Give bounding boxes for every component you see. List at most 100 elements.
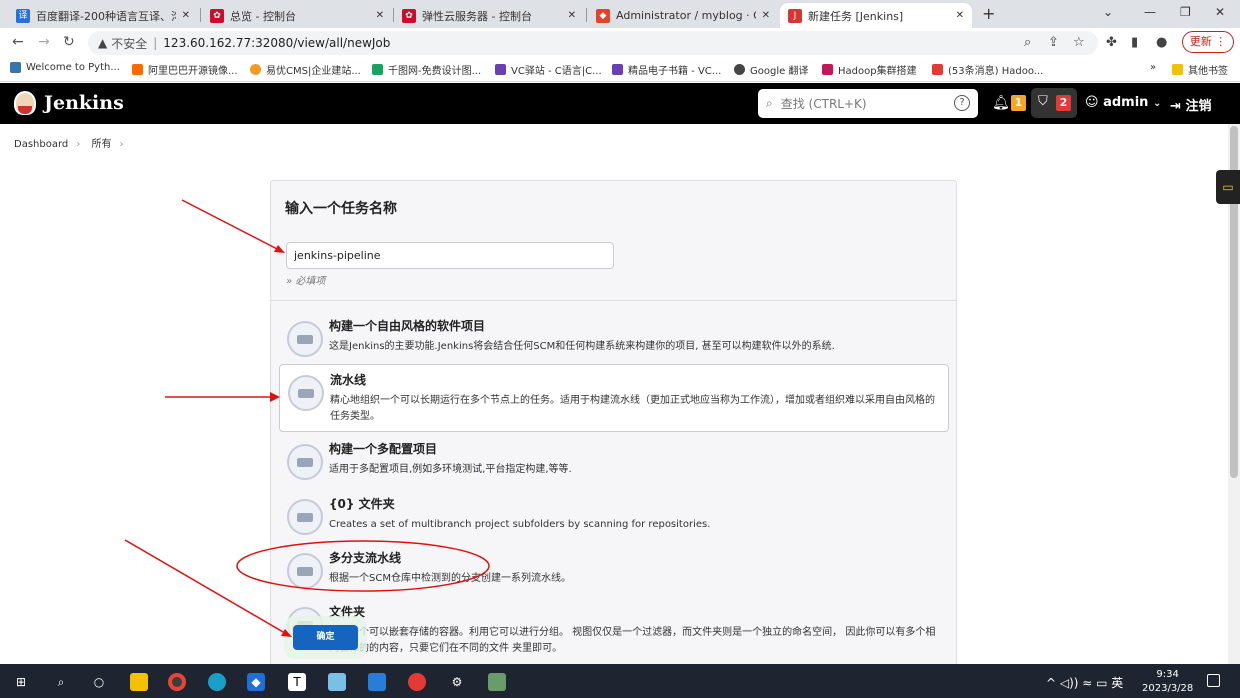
security-button[interactable]: ⛉ 2 xyxy=(1031,88,1077,118)
share-icon[interactable]: ⇪ xyxy=(1048,35,1059,50)
close-icon[interactable]: ✕ xyxy=(376,10,384,21)
extensions-icon[interactable]: ✤ xyxy=(1106,35,1117,50)
weibo-icon[interactable] xyxy=(408,673,426,691)
security-label[interactable]: 不安全 xyxy=(111,35,147,52)
chevron-right-icon: › xyxy=(119,139,124,150)
job-type-org-folder[interactable]: {0} 文件夹 Creates a set of multibranch pro… xyxy=(279,489,949,551)
browser-tab-4[interactable]: ◆ Administrator / myblog · GitLab ✕ xyxy=(588,3,778,28)
shield-icon: ⛉ xyxy=(1038,94,1048,109)
baidu-translate-icon: 译 xyxy=(16,8,30,23)
sidepanel-icon[interactable]: ▮ xyxy=(1131,35,1138,50)
jenkins-logo[interactable]: Jenkins xyxy=(14,91,124,115)
bookmark-item[interactable]: Hadoop集群搭建 xyxy=(822,62,917,77)
pycharm-icon[interactable] xyxy=(488,673,506,691)
extension-side-tab[interactable]: ▭ xyxy=(1216,170,1240,204)
huawei-icon: ✿ xyxy=(402,8,416,23)
tab-list-icon[interactable]: ⌄ xyxy=(1103,5,1113,19)
notification-center-icon[interactable] xyxy=(1207,674,1220,687)
search-icon[interactable]: ⌕ xyxy=(52,673,70,691)
security-badge: 2 xyxy=(1056,95,1071,111)
settings-gear-icon[interactable]: ⚙ xyxy=(448,673,466,691)
minimize-icon[interactable]: — xyxy=(1144,5,1156,19)
remote-desktop-icon[interactable] xyxy=(368,673,386,691)
close-icon[interactable]: ✕ xyxy=(568,10,576,21)
logout-icon: ⇥ xyxy=(1170,99,1181,114)
windows-taskbar: ⊞ ⌕ ○ ◆ T ⚙ ^ ◁)) ≈ ▭ 英 9:34 2023/3/28 xyxy=(0,664,1240,698)
bookmarks-bar: Welcome to Pyth... 阿里巴巴开源镜像... 易优CMS|企业建… xyxy=(0,58,1240,82)
system-tray[interactable]: ^ ◁)) ≈ ▭ 英 xyxy=(1046,674,1123,691)
page-scrollbar[interactable] xyxy=(1228,124,1240,664)
zoom-icon[interactable]: ⌕ xyxy=(1024,35,1031,50)
close-icon[interactable]: ✕ xyxy=(956,10,964,21)
other-bookmarks[interactable]: 其他书签 xyxy=(1172,62,1228,77)
breadcrumb-all[interactable]: 所有 xyxy=(91,139,111,150)
search-input[interactable]: ⌕ 查找 (CTRL+K) ? xyxy=(758,89,978,118)
browser-tab-1[interactable]: 译 百度翻译-200种语言互译、沟通 ✕ xyxy=(8,3,198,28)
breadcrumb-dashboard[interactable]: Dashboard xyxy=(14,139,68,150)
typora-icon[interactable]: T xyxy=(288,673,306,691)
bookmark-item[interactable]: (53条消息) Hadoo... xyxy=(932,62,1043,77)
folder-icon xyxy=(1172,64,1183,75)
chevron-down-icon: ⌄ xyxy=(1152,98,1162,109)
vc-icon xyxy=(495,64,506,75)
notification-badge[interactable]: 1 xyxy=(1011,95,1026,111)
browser-tab-bar: 译 百度翻译-200种语言互译、沟通 ✕ ✿ 总览 - 控制台 ✕ ✿ 弹性云服… xyxy=(0,0,1240,28)
job-type-folder[interactable]: 文件夹 创建一个可以嵌套存储的容器。利用它可以进行分组。 视图仅仅是一个过滤器，… xyxy=(279,597,949,663)
back-icon[interactable]: ← xyxy=(12,34,24,50)
bookmark-item[interactable]: Welcome to Pyth... xyxy=(10,62,120,73)
multi-config-icon xyxy=(287,444,323,480)
maximize-icon[interactable]: ❐ xyxy=(1180,5,1191,19)
csdn-icon xyxy=(932,64,943,75)
browser-tab-5-active[interactable]: J 新建任务 [Jenkins] ✕ xyxy=(780,3,972,28)
browser-tab-3[interactable]: ✿ 弹性云服务器 - 控制台 ✕ xyxy=(394,3,584,28)
globe-icon xyxy=(734,64,745,75)
forward-icon[interactable]: → xyxy=(38,34,50,50)
job-type-pipeline[interactable]: 流水线 精心地组织一个可以长期运行在多个节点上的任务。适用于构建流水线（更加正式… xyxy=(279,364,949,432)
browser-tab-2[interactable]: ✿ 总览 - 控制台 ✕ xyxy=(202,3,392,28)
edge-icon[interactable] xyxy=(208,673,226,691)
bookmark-item[interactable]: VC驿站 - C语言|C... xyxy=(495,62,602,77)
item-name-section: 输入一个任务名称 » 必填项 xyxy=(271,181,956,301)
cup-icon: ▭ xyxy=(1222,180,1234,194)
help-icon[interactable]: ? xyxy=(954,95,970,111)
ok-button[interactable]: 确定 xyxy=(293,625,358,650)
taskbar-clock[interactable]: 9:34 2023/3/28 xyxy=(1142,668,1193,696)
bookmark-item[interactable]: Google 翻译 xyxy=(734,62,808,77)
warning-icon: ▲ xyxy=(98,36,108,50)
address-bar[interactable]: ▲ 不安全 | 123.60.162.77:32080/view/all/new… xyxy=(88,31,1098,55)
notepad-icon[interactable] xyxy=(328,673,346,691)
jenkins-header: Jenkins ⌕ 查找 (CTRL+K) ? 🔔︎ 1 ⛉ 2 ☺ admin… xyxy=(0,83,1240,124)
aliyun-icon xyxy=(132,64,143,75)
logout-link[interactable]: ⇥ 注销 xyxy=(1170,95,1211,114)
bell-icon[interactable]: 🔔︎ xyxy=(992,95,1010,111)
windows-start-icon[interactable]: ⊞ xyxy=(12,673,30,691)
required-hint: » 必填项 xyxy=(286,276,326,287)
chrome-icon[interactable] xyxy=(168,673,186,691)
page-title: 输入一个任务名称 xyxy=(285,201,397,217)
pipeline-icon xyxy=(288,375,324,411)
bookmark-item[interactable]: 精品电子书籍 - VC... xyxy=(612,62,721,77)
job-type-multibranch[interactable]: 多分支流水线 根据一个SCM仓库中检测到的分支创建一系列流水线。 xyxy=(279,543,949,605)
bookmark-star-icon[interactable]: ☆ xyxy=(1073,35,1085,50)
reload-icon[interactable]: ↻ xyxy=(63,34,75,50)
update-button[interactable]: 更新 ⋮ xyxy=(1182,31,1234,53)
bookmark-item[interactable]: 易优CMS|企业建站... xyxy=(250,62,361,77)
ime-indicator[interactable]: 英 xyxy=(1111,676,1123,690)
huawei-icon: ✿ xyxy=(210,8,224,23)
profile-icon[interactable]: ● xyxy=(1156,35,1167,50)
item-name-input[interactable] xyxy=(286,242,614,269)
bookmarks-overflow-icon[interactable]: » xyxy=(1150,62,1156,73)
vscode-icon[interactable]: ◆ xyxy=(247,673,265,691)
url-text[interactable]: 123.60.162.77:32080/view/all/newJob xyxy=(163,36,390,50)
jenkins-butler-icon xyxy=(14,91,36,115)
user-menu[interactable]: ☺ admin ⌄ xyxy=(1085,95,1161,110)
close-icon[interactable]: ✕ xyxy=(762,10,770,21)
new-tab-button[interactable]: + xyxy=(982,4,995,23)
close-icon[interactable]: ✕ xyxy=(182,10,190,21)
bookmark-item[interactable]: 阿里巴巴开源镜像... xyxy=(132,62,238,77)
task-view-icon[interactable]: ○ xyxy=(90,673,108,691)
window-close-icon[interactable]: ✕ xyxy=(1215,5,1225,19)
job-type-multi-config[interactable]: 构建一个多配置项目 适用于多配置项目,例如多环境测试,平台指定构建,等等. xyxy=(279,434,949,496)
bookmark-item[interactable]: 千图网-免费设计图... xyxy=(372,62,481,77)
file-explorer-icon[interactable] xyxy=(130,673,148,691)
